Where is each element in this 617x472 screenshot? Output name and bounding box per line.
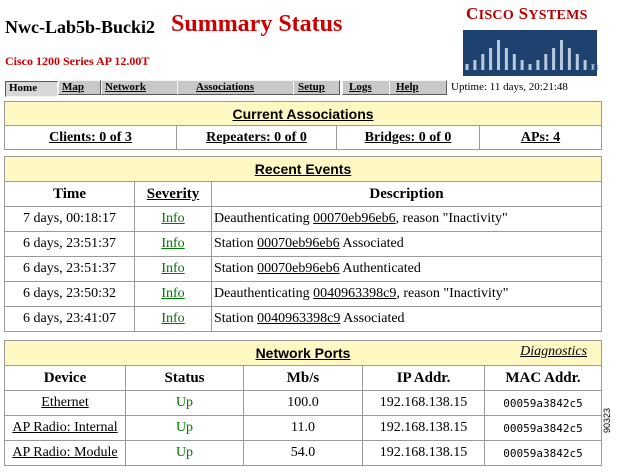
mac-address-link[interactable]: 0040963398c9 (313, 286, 396, 301)
time-column-header: Time (4, 181, 135, 207)
port-speed: 54.0 (243, 440, 363, 466)
port-mac-address: 00059a3842c5 (483, 390, 603, 416)
main-nav-bar: Home Map Network Associations Setup Logs… (5, 80, 447, 97)
repeaters-count-link[interactable]: Repeaters: 0 of 0 (176, 125, 337, 150)
nav-tab-setup[interactable]: Setup (293, 80, 340, 95)
port-status: Up (125, 390, 244, 416)
port-ip-address: 192.168.138.15 (362, 415, 485, 441)
device-name: Nwc-Lab5b-Bucki2 (5, 17, 156, 37)
event-time: 6 days, 23:41:07 (4, 306, 135, 332)
clients-count-link[interactable]: Clients: 0 of 3 (4, 125, 177, 150)
cisco-systems-logo: CISCO SYSTEMS ® (463, 4, 603, 76)
logo-wordmark: CISCO SYSTEMS (466, 4, 588, 23)
event-time: 6 days, 23:51:37 (4, 256, 135, 282)
figure-id: 90323 (602, 407, 612, 433)
port-device-link[interactable]: AP Radio: Internal (4, 415, 126, 441)
nav-tab-home[interactable]: Home (5, 81, 58, 97)
port-ip-address: 192.168.138.15 (362, 390, 485, 416)
table-row: 6 days, 23:50:32 Info Deauthenticating 0… (4, 281, 603, 307)
table-row: 6 days, 23:51:37 Info Station 00070eb96e… (4, 256, 603, 282)
nav-tab-map[interactable]: Map (58, 80, 101, 95)
mac-address-link[interactable]: 00070eb96eb6 (313, 211, 395, 226)
severity-link[interactable]: Info (134, 231, 212, 257)
device-model-subtitle: Cisco 1200 Series AP 12.00T (5, 54, 150, 68)
recent-events-header[interactable]: Recent Events (3, 156, 603, 182)
severity-link[interactable]: Info (134, 206, 212, 232)
port-status: Up (125, 415, 244, 441)
port-mac-address: 00059a3842c5 (483, 415, 603, 441)
port-speed: 100.0 (243, 390, 363, 416)
current-associations-header[interactable]: Current Associations (3, 101, 603, 126)
ip-address-column-header: IP Addr. (362, 365, 485, 391)
network-ports-table: Network Ports Diagnostics Device Status … (3, 340, 603, 466)
aps-count-link[interactable]: APs: 4 (478, 125, 603, 150)
nav-tab-network[interactable]: Network (101, 80, 181, 95)
table-row: 6 days, 23:41:07 Info Station 0040963398… (4, 306, 603, 332)
table-row: 7 days, 00:18:17 Info Deauthenticating 0… (4, 206, 603, 232)
event-description: Deauthenticating 00070eb96eb6, reason "I… (210, 206, 603, 232)
network-ports-title[interactable]: Network Ports (256, 345, 351, 361)
severity-column-header[interactable]: Severity (134, 181, 212, 207)
table-row: Ethernet Up 100.0 192.168.138.15 00059a3… (4, 390, 603, 416)
nav-tab-help[interactable]: Help (389, 80, 447, 95)
table-row: 6 days, 23:51:37 Info Station 00070eb96e… (4, 231, 603, 257)
event-description: Deauthenticating 0040963398c9, reason "I… (210, 281, 603, 307)
port-speed: 11.0 (243, 415, 363, 441)
table-row: AP Radio: Module Up 54.0 192.168.138.15 … (4, 440, 603, 466)
port-ip-address: 192.168.138.15 (362, 440, 485, 466)
port-device-link[interactable]: Ethernet (4, 390, 126, 416)
mac-address-link[interactable]: 00070eb96eb6 (257, 261, 339, 276)
mac-address-column-header: MAC Addr. (483, 365, 603, 391)
mac-address-link[interactable]: 00070eb96eb6 (257, 236, 339, 251)
severity-link[interactable]: Info (134, 256, 212, 282)
severity-link[interactable]: Info (134, 281, 212, 307)
mbs-column-header: Mb/s (243, 365, 363, 391)
port-mac-address: 00059a3842c5 (483, 440, 603, 466)
logo-bars-graphic (463, 30, 597, 76)
event-time: 6 days, 23:50:32 (4, 281, 135, 307)
event-time: 6 days, 23:51:37 (4, 231, 135, 257)
network-ports-header: Network Ports Diagnostics (3, 340, 603, 366)
event-description: Station 0040963398c9 Associated (210, 306, 603, 332)
event-description: Station 00070eb96eb6 Associated (210, 231, 603, 257)
port-device-link[interactable]: AP Radio: Module (4, 440, 126, 466)
mac-address-link[interactable]: 0040963398c9 (257, 311, 340, 326)
current-associations-table: Current Associations Clients: 0 of 3 Rep… (3, 101, 603, 150)
status-column-header: Status (125, 365, 244, 391)
registered-mark: ® (591, 63, 599, 74)
nav-tab-logs[interactable]: Logs (342, 80, 390, 95)
device-column-header: Device (4, 365, 126, 391)
bridges-count-link[interactable]: Bridges: 0 of 0 (336, 125, 480, 150)
page-title: Summary Status (171, 11, 343, 37)
event-description: Station 00070eb96eb6 Authenticated (210, 256, 603, 282)
severity-link[interactable]: Info (134, 306, 212, 332)
recent-events-table: Recent Events Time Severity Description … (3, 156, 603, 332)
event-time: 7 days, 00:18:17 (4, 206, 135, 232)
diagnostics-link[interactable]: Diagnostics (520, 344, 587, 360)
port-status: Up (125, 440, 244, 466)
uptime-text: Uptime: 11 days, 20:21:48 (451, 81, 568, 93)
table-row: AP Radio: Internal Up 11.0 192.168.138.1… (4, 415, 603, 441)
description-column-header: Description (210, 181, 603, 207)
